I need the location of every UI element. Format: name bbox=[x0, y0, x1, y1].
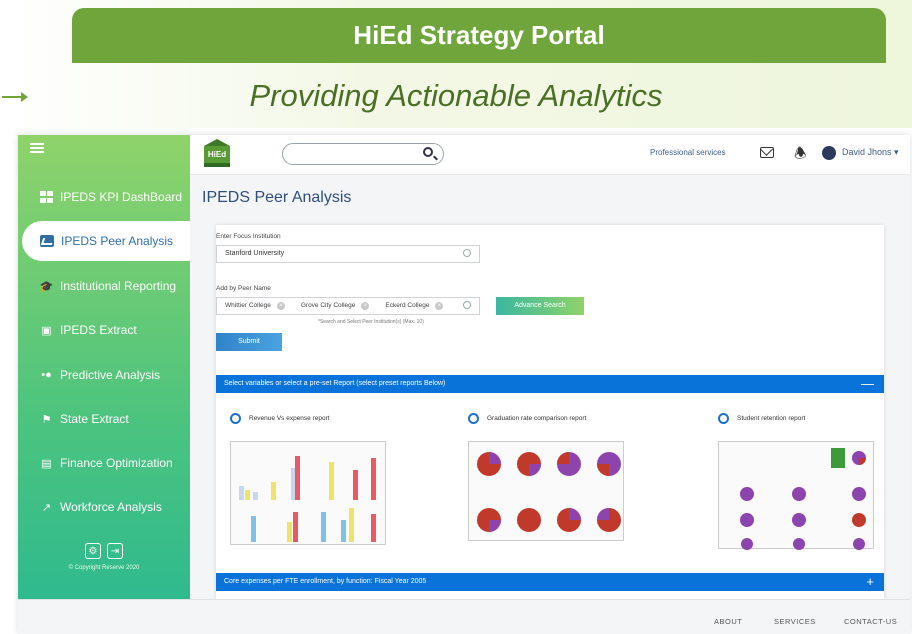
remove-chip-icon[interactable]: × bbox=[435, 302, 444, 310]
collapse-icon[interactable]: — bbox=[861, 375, 874, 393]
expand-icon[interactable]: + bbox=[866, 573, 874, 591]
mail-icon[interactable] bbox=[760, 147, 774, 158]
workforce-icon: ↗ bbox=[41, 501, 52, 514]
peer-chip: Whittier College × bbox=[225, 298, 285, 314]
preset-report-bar[interactable]: Select variables or select a pre-set Rep… bbox=[216, 375, 884, 393]
focus-institution-input[interactable]: Stanford University bbox=[216, 245, 480, 263]
remove-chip-icon[interactable]: × bbox=[276, 302, 285, 310]
chart-icon bbox=[40, 235, 54, 247]
sidebar-item-predictive-analysis[interactable]: •● Predictive Analysis bbox=[18, 355, 190, 395]
banner-title: HiEd Strategy Portal bbox=[72, 8, 886, 63]
finance-icon: ▤ bbox=[41, 457, 52, 470]
footer-bar: ABOUT SERVICES CONTACT-US bbox=[18, 599, 910, 634]
sidebar-item-label: Predictive Analysis bbox=[60, 368, 161, 382]
settings-icon[interactable]: ⚙ bbox=[85, 543, 101, 559]
retention-report-thumbnail[interactable] bbox=[718, 441, 874, 550]
expenses-bar-text: Core expenses per FTE enrollment, by fun… bbox=[224, 578, 427, 585]
report-radio-revenue[interactable]: Revenue Vs expense report bbox=[230, 413, 330, 424]
copyright-text: © Copyright Reserve 2020 bbox=[68, 565, 140, 571]
preset-bar-text: Select variables or select a pre-set Rep… bbox=[224, 380, 446, 387]
report-radio-retention[interactable]: Student retention report bbox=[718, 413, 805, 424]
banner: HiEd Strategy Portal Providing Actionabl… bbox=[0, 0, 912, 128]
footer-contact-link[interactable]: CONTACT-US bbox=[844, 617, 897, 626]
sidebar-item-kpi-dashboard[interactable]: IPEDS KPI DashBoard bbox=[18, 177, 190, 217]
dashboard-icon bbox=[40, 191, 53, 203]
sidebar-item-peer-analysis[interactable]: IPEDS Peer Analysis bbox=[22, 221, 190, 261]
search-input[interactable] bbox=[282, 143, 444, 165]
expenses-bar[interactable]: Core expenses per FTE enrollment, by fun… bbox=[216, 573, 884, 591]
peer-note: *Search and Select Peer Institution(s) (… bbox=[318, 319, 424, 325]
sidebar-item-label: Finance Optimization bbox=[60, 456, 173, 470]
peer-name-label: Add by Peer Name bbox=[216, 285, 271, 292]
peer-name-input[interactable]: Whittier College × Grove City College × Ec… bbox=[216, 297, 480, 315]
predictive-icon: •● bbox=[41, 369, 52, 381]
sidebar-item-label: IPEDS KPI DashBoard bbox=[60, 190, 183, 204]
hamburger-menu-icon[interactable] bbox=[30, 143, 44, 153]
focus-institution-label: Enter Focus Institution bbox=[216, 233, 281, 240]
professional-services-link[interactable]: Professional services bbox=[650, 148, 726, 157]
advance-search-button[interactable]: Advance Search bbox=[496, 297, 584, 315]
search-icon[interactable] bbox=[463, 301, 471, 309]
footer-services-link[interactable]: SERVICES bbox=[774, 617, 816, 626]
logout-icon[interactable]: ⇥ bbox=[107, 543, 123, 559]
main-content: IPEDS Peer Analysis Enter Focus Institut… bbox=[190, 175, 910, 599]
page-title: IPEDS Peer Analysis bbox=[202, 189, 352, 206]
peer-chip: Eckerd College × bbox=[385, 298, 444, 314]
graduation-cap-icon: 🎓 bbox=[39, 280, 54, 293]
sidebar-footer: ⚙ ⇥ © Copyright Reserve 2020 bbox=[18, 543, 190, 571]
peer-analysis-card: Enter Focus Institution Stanford Univers… bbox=[216, 225, 884, 599]
sidebar-item-ipeds-extract[interactable]: ▣ IPEDS Extract bbox=[18, 310, 190, 350]
sidebar-item-label: IPEDS Peer Analysis bbox=[61, 234, 174, 248]
remove-chip-icon[interactable]: × bbox=[361, 302, 370, 310]
top-bar: HiEd Professional services 🕭 David Jhons… bbox=[190, 135, 910, 175]
extract-icon: ▣ bbox=[41, 324, 52, 337]
sidebar-item-label: Institutional Reporting bbox=[60, 279, 177, 293]
peer-chip: Grove City College × bbox=[301, 298, 370, 314]
sidebar-item-state-extract[interactable]: ⚑ State Extract bbox=[18, 399, 190, 439]
sidebar-item-institutional-reporting[interactable]: 🎓 Institutional Reporting bbox=[18, 266, 190, 306]
sidebar: IPEDS KPI DashBoard IPEDS Peer Analysis … bbox=[18, 135, 190, 599]
sidebar-item-label: State Extract bbox=[60, 412, 129, 426]
submit-button[interactable]: Submit bbox=[216, 333, 282, 351]
report-radio-graduation[interactable]: Graduation rate comparison report bbox=[468, 413, 586, 424]
sidebar-item-label: IPEDS Extract bbox=[60, 323, 137, 337]
app-window: IPEDS KPI DashBoard IPEDS Peer Analysis … bbox=[18, 135, 910, 634]
page: HiEd Strategy Portal Providing Actionabl… bbox=[0, 0, 912, 634]
sidebar-item-workforce-analysis[interactable]: ↗ Workforce Analysis bbox=[18, 487, 190, 527]
banner-subtitle: Providing Actionable Analytics bbox=[249, 78, 663, 113]
search-icon[interactable] bbox=[423, 147, 433, 157]
sidebar-item-label: Workforce Analysis bbox=[60, 500, 162, 514]
focus-institution-value: Stanford University bbox=[225, 250, 285, 257]
logo[interactable]: HiEd bbox=[204, 139, 230, 169]
avatar[interactable] bbox=[822, 146, 836, 160]
graduation-report-thumbnail[interactable] bbox=[468, 441, 624, 541]
search-icon[interactable] bbox=[463, 249, 471, 257]
revenue-report-thumbnail[interactable] bbox=[230, 441, 386, 545]
bell-icon[interactable]: 🕭 bbox=[794, 143, 807, 167]
sidebar-item-finance-optimization[interactable]: ▤ Finance Optimization bbox=[18, 443, 190, 483]
footer-about-link[interactable]: ABOUT bbox=[714, 617, 742, 626]
user-menu[interactable]: David Jhons ▾ bbox=[842, 147, 899, 158]
flag-icon: ⚑ bbox=[41, 413, 52, 426]
